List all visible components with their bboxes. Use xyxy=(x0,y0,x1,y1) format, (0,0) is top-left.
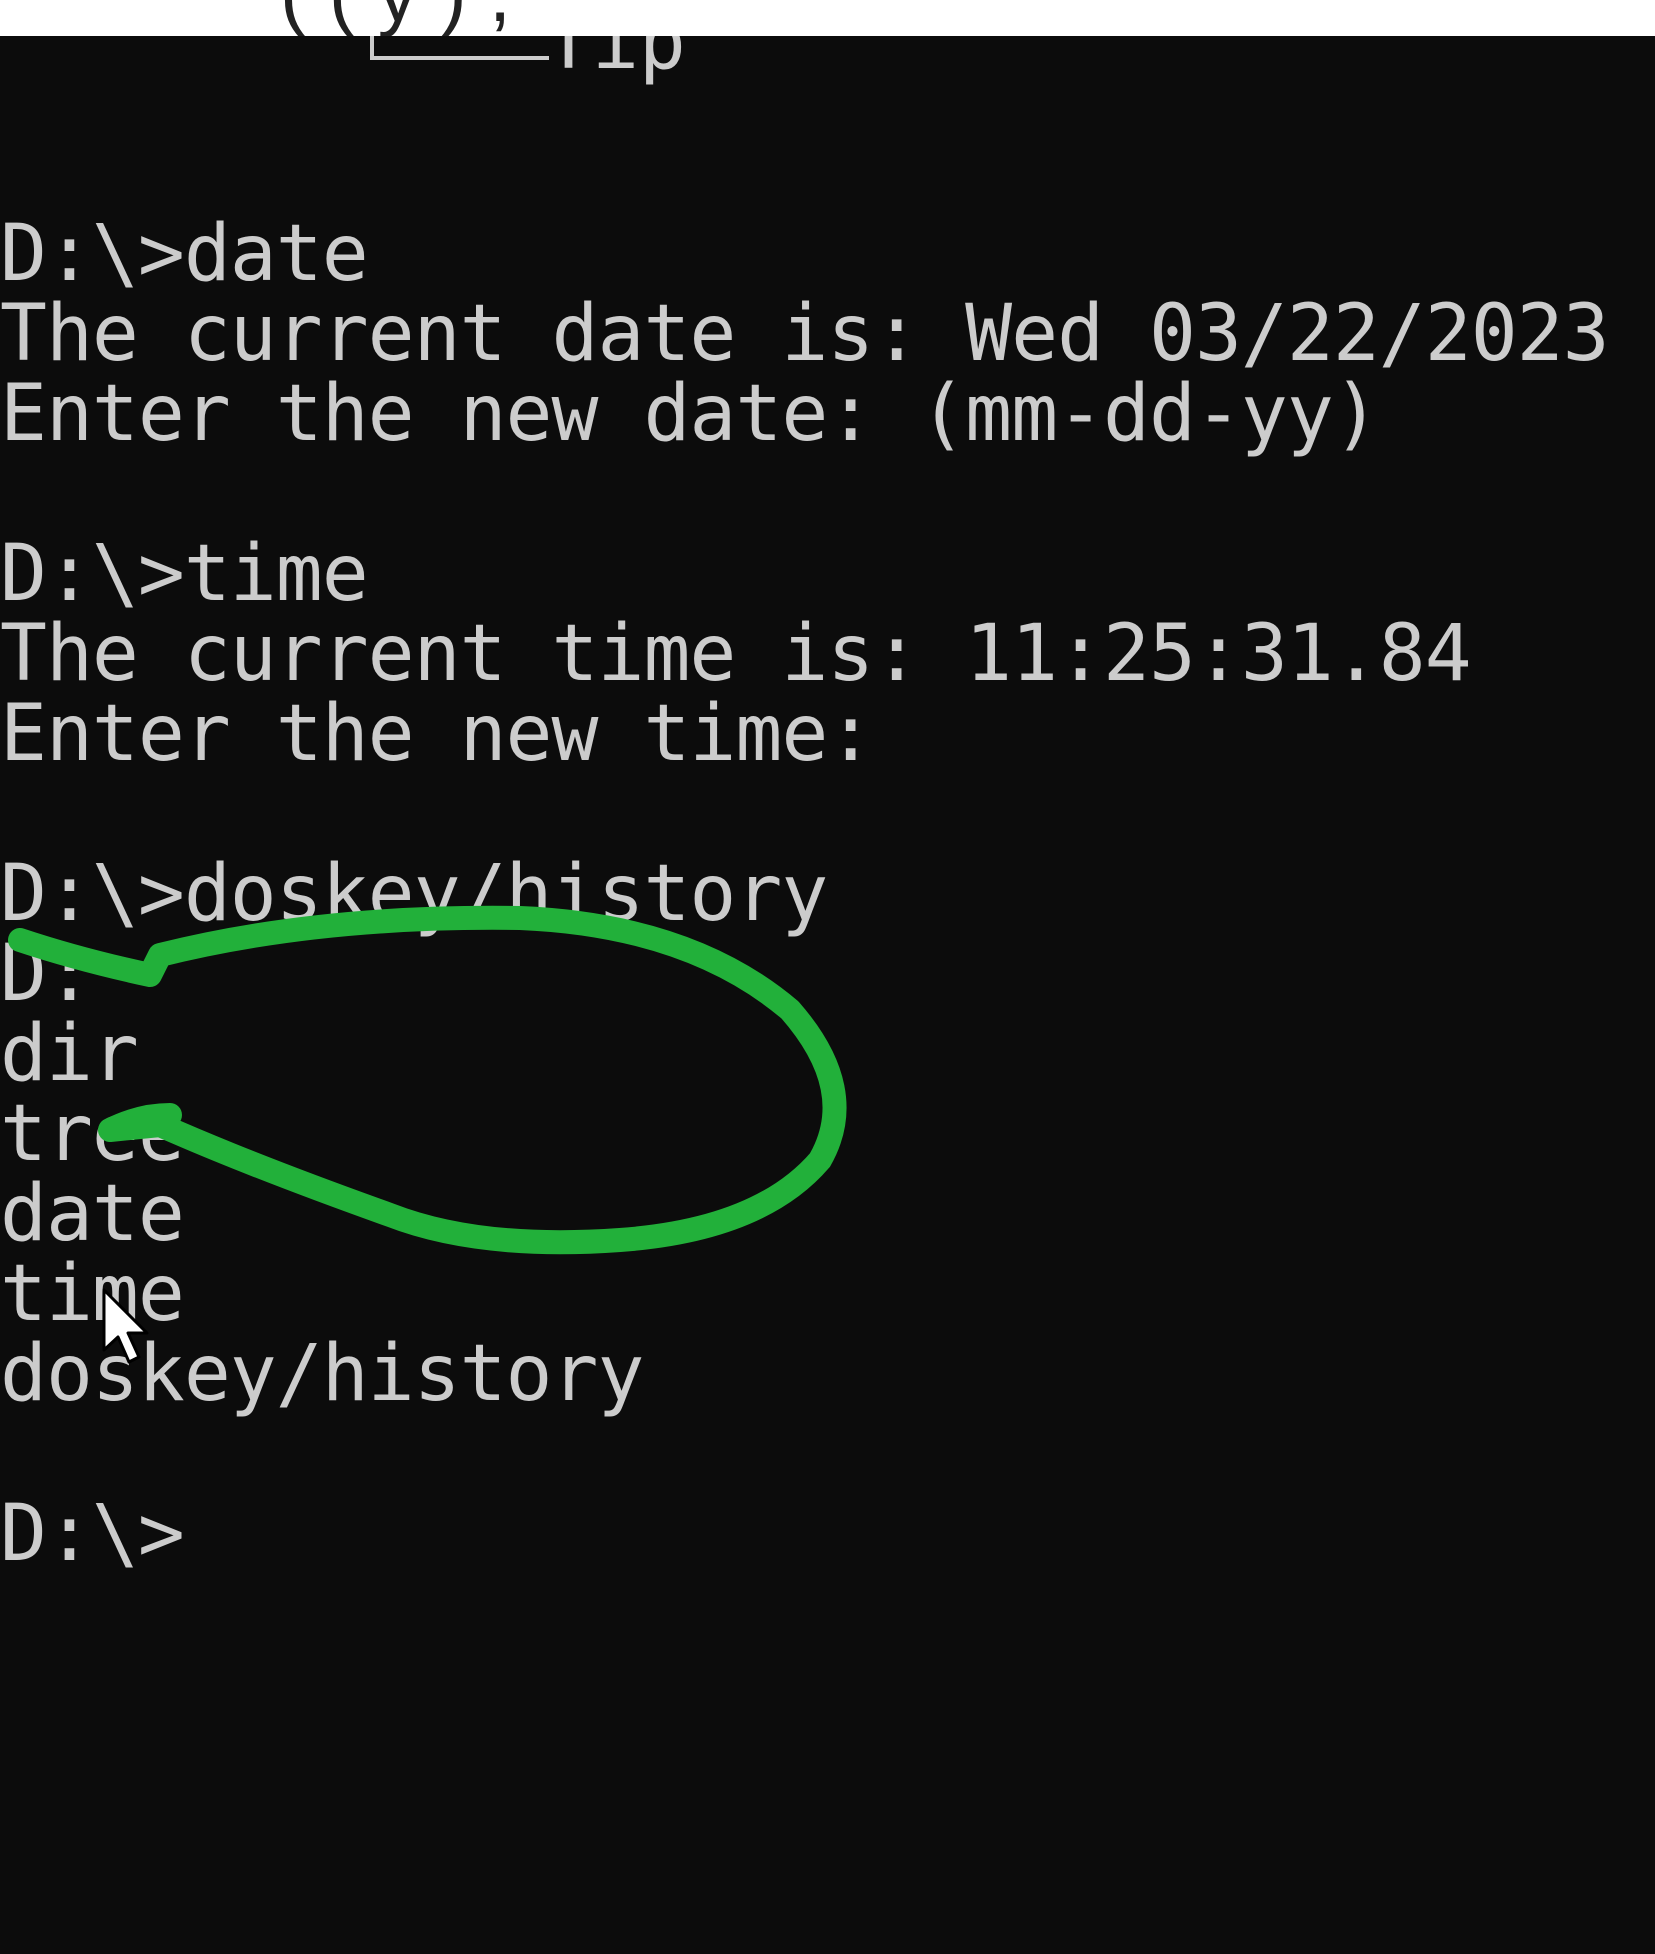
output-enter-new-date: Enter the new date: (mm-dd-yy) xyxy=(0,369,1380,459)
current-prompt[interactable]: D:\> xyxy=(0,1484,185,1584)
tree-fragment-label: Tip xyxy=(545,36,686,87)
mouse-pointer-icon xyxy=(102,1288,149,1364)
command-prompt-window[interactable]: Tip D:\>date The current date is: Wed 03… xyxy=(0,36,1655,1954)
output-enter-new-time: Enter the new time: xyxy=(0,689,874,779)
partial-heading-text: ( ( y ) , xyxy=(280,0,511,36)
screenshot: ( ( y ) , Tip D:\>date The current date … xyxy=(0,0,1655,1954)
history-item: doskey/history xyxy=(0,1329,644,1419)
partial-heading-strip: ( ( y ) , xyxy=(0,0,1655,36)
prompt-line-doskey: D:\>doskey/history xyxy=(0,849,828,939)
tree-connector-fragment xyxy=(370,36,549,60)
